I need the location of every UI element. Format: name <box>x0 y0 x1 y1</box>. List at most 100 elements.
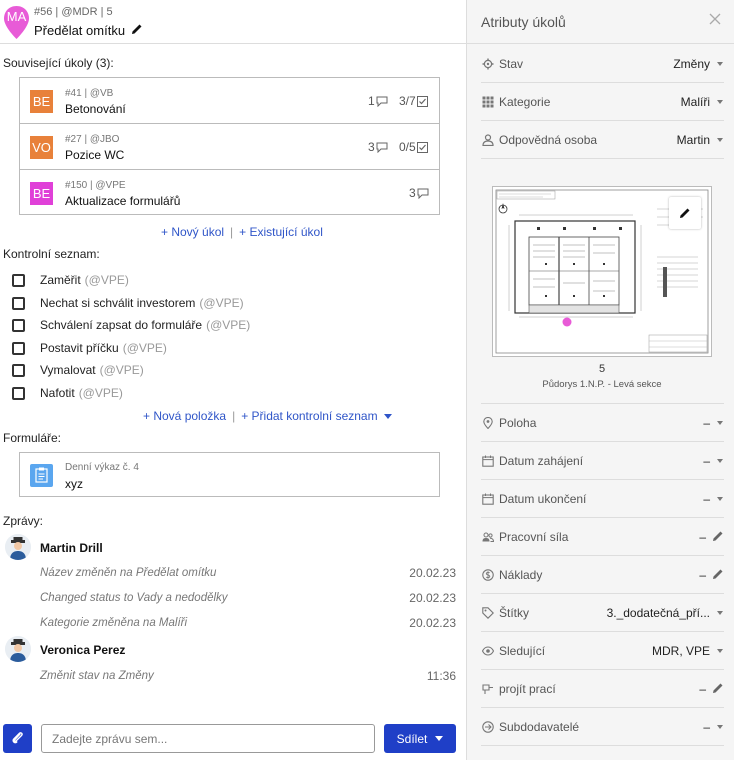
checkbox[interactable] <box>12 296 25 310</box>
related-task-item[interactable]: BE #150 | @VPE Aktualizace formulářů 3 <box>20 170 439 216</box>
attr-status[interactable]: Stav Změny <box>481 45 724 83</box>
caret-down-icon[interactable] <box>717 421 723 425</box>
task-location-pin[interactable] <box>562 317 572 327</box>
checkbox[interactable] <box>12 386 25 400</box>
checkbox[interactable] <box>12 363 25 377</box>
checkbox[interactable] <box>12 273 25 287</box>
caret-down-icon[interactable] <box>717 497 723 501</box>
caret-down-icon[interactable] <box>383 413 392 419</box>
message-author: Martin Drill <box>40 541 103 555</box>
forms-label: Formuláře: <box>3 431 62 445</box>
checklist-item-assignee: (@VPE) <box>199 296 244 310</box>
attr-end-date[interactable]: Datum ukončení – <box>481 480 724 518</box>
caret-down-icon[interactable] <box>717 459 723 463</box>
divider: | <box>232 409 236 423</box>
attr-label: Kategorie <box>499 95 551 109</box>
attr-value: Martin <box>676 133 710 147</box>
dollar-icon <box>482 569 494 581</box>
comment-count: 3 <box>368 140 388 154</box>
task-avatar-pin: MA <box>3 5 30 40</box>
checklist-item[interactable]: Nafotit (@VPE) <box>12 386 123 400</box>
close-icon[interactable] <box>709 13 721 28</box>
pencil-icon[interactable] <box>712 568 724 580</box>
edit-plan-button[interactable] <box>669 197 701 229</box>
checklist-item-text: Schválení zapsat do formuláře <box>40 318 203 332</box>
new-item-link[interactable]: + Nová položka <box>143 409 226 423</box>
attr-label: Poloha <box>499 416 537 430</box>
attr-label: Štítky <box>499 606 530 620</box>
task-badge: BE <box>30 90 53 113</box>
caret-down-icon[interactable] <box>717 100 723 104</box>
checklist-item-text: Postavit příčku <box>40 341 119 355</box>
attr-start-date[interactable]: Datum zahájení – <box>481 442 724 480</box>
add-checklist-link[interactable]: + Přidat kontrolní seznam <box>241 409 377 423</box>
checklist-item[interactable]: Schválení zapsat do formuláře (@VPE) <box>12 318 250 332</box>
checkbox-icon <box>416 141 428 153</box>
checklist-count-value: 0/5 <box>399 140 416 154</box>
pencil-icon[interactable] <box>712 682 724 694</box>
panel-title: Atributy úkolů <box>481 14 566 30</box>
checklist-item[interactable]: Nechat si schválit investorem (@VPE) <box>12 296 244 310</box>
attr-label: Pracovní síla <box>499 530 569 544</box>
task-meta: #56 | @MDR | 5 <box>34 6 113 18</box>
avatar-initials: MA <box>6 9 27 24</box>
attr-location[interactable]: Poloha – <box>481 404 724 442</box>
caret-down-icon <box>435 736 444 741</box>
message-input[interactable] <box>41 724 375 753</box>
share-button[interactable]: Sdílet <box>384 724 456 753</box>
attr-label: Náklady <box>499 568 543 582</box>
new-task-link[interactable]: + Nový úkol <box>161 225 224 239</box>
checklist-item[interactable]: Vymalovat (@VPE) <box>12 363 144 377</box>
attr-work[interactable]: projít prací – <box>481 670 724 708</box>
checklist-item[interactable]: Zaměřit (@VPE) <box>12 273 129 287</box>
checkbox[interactable] <box>12 341 25 355</box>
caret-down-icon[interactable] <box>717 138 723 142</box>
comment-count-value: 3 <box>368 140 375 154</box>
checklist-count: 3/7 <box>399 94 428 108</box>
checkbox[interactable] <box>12 318 25 332</box>
related-task-item[interactable]: VO #27 | @JBO Pozice WC 3 0/5 <box>20 124 439 170</box>
related-task-meta: #27 | @JBO <box>65 134 120 145</box>
task-attributes-panel: Atributy úkolů Stav Změny Kategorie Malí… <box>466 0 734 760</box>
attr-watchers[interactable]: Sledující MDR, VPE <box>481 632 724 670</box>
checklist-label: Kontrolní seznam: <box>3 247 100 261</box>
form-item[interactable]: Denní výkaz č. 4 xyz <box>19 452 440 497</box>
attr-value: – <box>703 416 710 430</box>
related-task-item[interactable]: BE #41 | @VB Betonování 1 3/7 <box>20 78 439 124</box>
attr-value: – <box>699 682 706 696</box>
task-title-row: Předělat omítku <box>34 23 143 38</box>
checklist-item-text: Vymalovat <box>40 363 96 377</box>
grid-icon <box>482 96 494 108</box>
message-text: Název změněn na Předělat omítku <box>40 567 217 579</box>
edit-title-icon[interactable] <box>131 23 143 38</box>
message-text: Změnit stav na Změny <box>40 670 154 682</box>
caret-down-icon[interactable] <box>717 725 723 729</box>
floor-plan-thumbnail[interactable] <box>492 186 712 357</box>
avatar <box>5 636 31 662</box>
attr-category[interactable]: Kategorie Malíři <box>481 83 724 121</box>
group-icon <box>482 532 494 542</box>
pencil-icon[interactable] <box>712 530 724 542</box>
checklist-item-assignee: (@VPE) <box>84 273 129 287</box>
checklist-item-assignee: (@VPE) <box>206 318 251 332</box>
attr-responsible[interactable]: Odpovědná osoba Martin <box>481 121 724 159</box>
existing-task-link[interactable]: + Existující úkol <box>239 225 323 239</box>
attr-subcontractors[interactable]: Subdodavatelé – <box>481 708 724 746</box>
attr-value: – <box>699 568 706 582</box>
caret-down-icon[interactable] <box>717 62 723 66</box>
message-text: Kategorie změněna na Malíři <box>40 617 188 629</box>
attr-workforce[interactable]: Pracovní síla – <box>481 518 724 556</box>
comment-count-value: 3 <box>409 186 416 200</box>
attr-costs[interactable]: Náklady – <box>481 556 724 594</box>
attr-tags[interactable]: Štítky 3._dodatečná_pří... <box>481 594 724 632</box>
related-task-title: Aktualizace formulářů <box>65 194 181 208</box>
caret-down-icon[interactable] <box>717 611 723 615</box>
attr-value: – <box>703 720 710 734</box>
attach-button[interactable] <box>3 724 32 753</box>
related-tasks-label: Související úkoly (3): <box>3 56 114 70</box>
checklist-item[interactable]: Postavit příčku (@VPE) <box>12 341 167 355</box>
caret-down-icon[interactable] <box>717 649 723 653</box>
attr-value: – <box>699 530 706 544</box>
checklist-actions: + Nová položka | + Přidat kontrolní seznam <box>143 409 392 423</box>
attr-label: Odpovědná osoba <box>499 133 598 147</box>
